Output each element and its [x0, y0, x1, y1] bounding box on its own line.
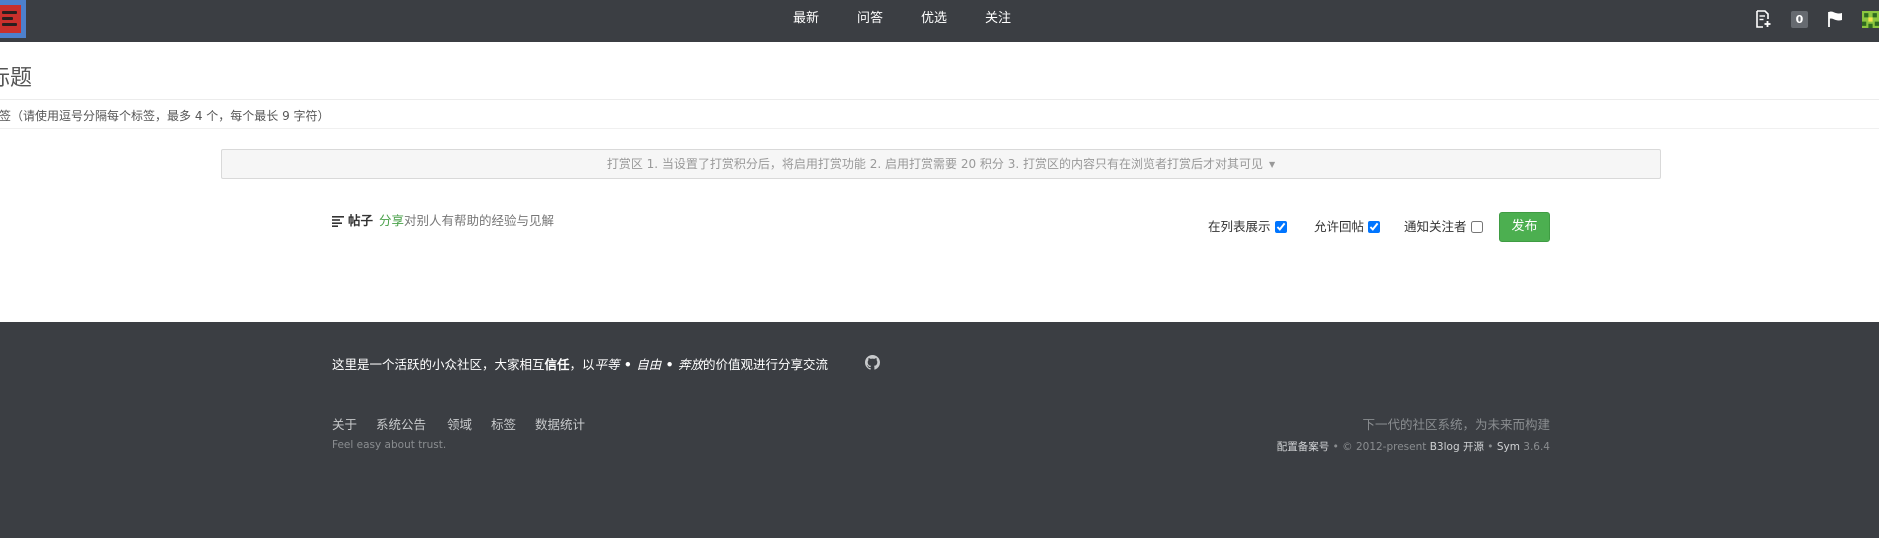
title-input[interactable] [0, 58, 1879, 100]
footer-tagline: Feel easy about trust. [332, 439, 447, 451]
copyright-sep: • [1483, 441, 1497, 453]
sym-logo-icon[interactable] [0, 0, 26, 38]
nav-qna[interactable]: 问答 [857, 0, 883, 38]
post-type-highlight: 分享 [379, 213, 405, 228]
top-navbar: 最新 问答 优选 关注 0 [0, 0, 1879, 42]
nav-follow[interactable]: 关注 [985, 0, 1011, 38]
slogan-text-2: ，以 [569, 357, 595, 372]
icp-link[interactable]: 配置备案号 [1277, 441, 1330, 453]
reward-hint-text: 打赏区 1. 当设置了打赏积分后，将启用打赏功能 2. 启用打赏需要 20 积分… [606, 157, 1263, 171]
publish-button[interactable]: 发布 [1499, 212, 1550, 242]
show-in-list-label: 在列表展示 [1208, 219, 1271, 234]
reward-toggle[interactable]: 打赏区 1. 当设置了打赏积分后，将启用打赏功能 2. 启用打赏需要 20 积分… [221, 149, 1661, 179]
footer-link-about[interactable]: 关于 [332, 414, 357, 433]
show-in-list-option[interactable]: 在列表展示 [1208, 218, 1287, 236]
slogan-run: 奔放 [677, 357, 703, 372]
new-post-icon[interactable] [1754, 10, 1772, 28]
list-icon [332, 215, 344, 227]
tags-input[interactable] [0, 103, 1879, 129]
caret-down-icon: ▼ [1268, 159, 1276, 169]
logo-mark [0, 5, 21, 33]
post-type-description: 对别人有帮助的经验与见解 [404, 213, 555, 228]
nav-latest[interactable]: 最新 [793, 0, 819, 38]
slogan-equal: 平等 [594, 357, 620, 372]
slogan-dot-1: • [619, 357, 637, 372]
footer-copyright: 配置备案号 • © 2012-present B3log 开源 • Sym 3.… [1277, 439, 1550, 454]
footer-right-slogan: 下一代的社区系统，为未来而构建 [1362, 417, 1550, 432]
slogan-trust: 信任 [544, 357, 570, 372]
pixel-avatar[interactable] [1862, 11, 1879, 28]
notify-followers-option[interactable]: 通知关注者 [1404, 218, 1483, 236]
notify-followers-label: 通知关注者 [1404, 219, 1467, 234]
notification-count-badge[interactable]: 0 [1791, 11, 1808, 28]
allow-reply-label: 允许回帖 [1314, 219, 1365, 234]
nav-perfect[interactable]: 优选 [921, 0, 947, 38]
github-icon[interactable] [865, 355, 880, 370]
post-type-indicator: 帖子 分享对别人有帮助的经验与见解 [332, 212, 554, 230]
footer-link-domains[interactable]: 领域 [447, 414, 472, 433]
allow-reply-option[interactable]: 允许回帖 [1314, 218, 1381, 236]
version-text: 3.6.4 [1519, 441, 1550, 453]
footer-slogan: 这里是一个活跃的小众社区，大家相互信任，以平等 • 自由 • 奔放的价值观进行分… [332, 354, 828, 373]
show-in-list-checkbox[interactable] [1274, 220, 1287, 233]
copyright-text: • © 2012-present [1329, 441, 1430, 453]
slogan-dot-2: • [661, 357, 678, 372]
footer-link-announcement[interactable]: 系统公告 [376, 414, 426, 433]
flag-icon[interactable] [1826, 10, 1844, 28]
notify-followers-checkbox[interactable] [1470, 220, 1483, 233]
slogan-free: 自由 [636, 357, 662, 372]
footer-link-tags[interactable]: 标签 [491, 414, 516, 433]
footer: 这里是一个活跃的小众社区，大家相互信任，以平等 • 自由 • 奔放的价值观进行分… [0, 322, 1879, 538]
sym-link[interactable]: Sym [1497, 441, 1520, 453]
slogan-text-3: 的价值观进行分享交流 [703, 357, 829, 372]
allow-reply-checkbox[interactable] [1368, 220, 1381, 233]
footer-link-statistics[interactable]: 数据统计 [535, 414, 585, 433]
slogan-text-1: 这里是一个活跃的小众社区，大家相互 [332, 357, 545, 372]
post-type-name: 帖子 [348, 213, 374, 228]
b3log-link[interactable]: B3log 开源 [1430, 441, 1484, 453]
